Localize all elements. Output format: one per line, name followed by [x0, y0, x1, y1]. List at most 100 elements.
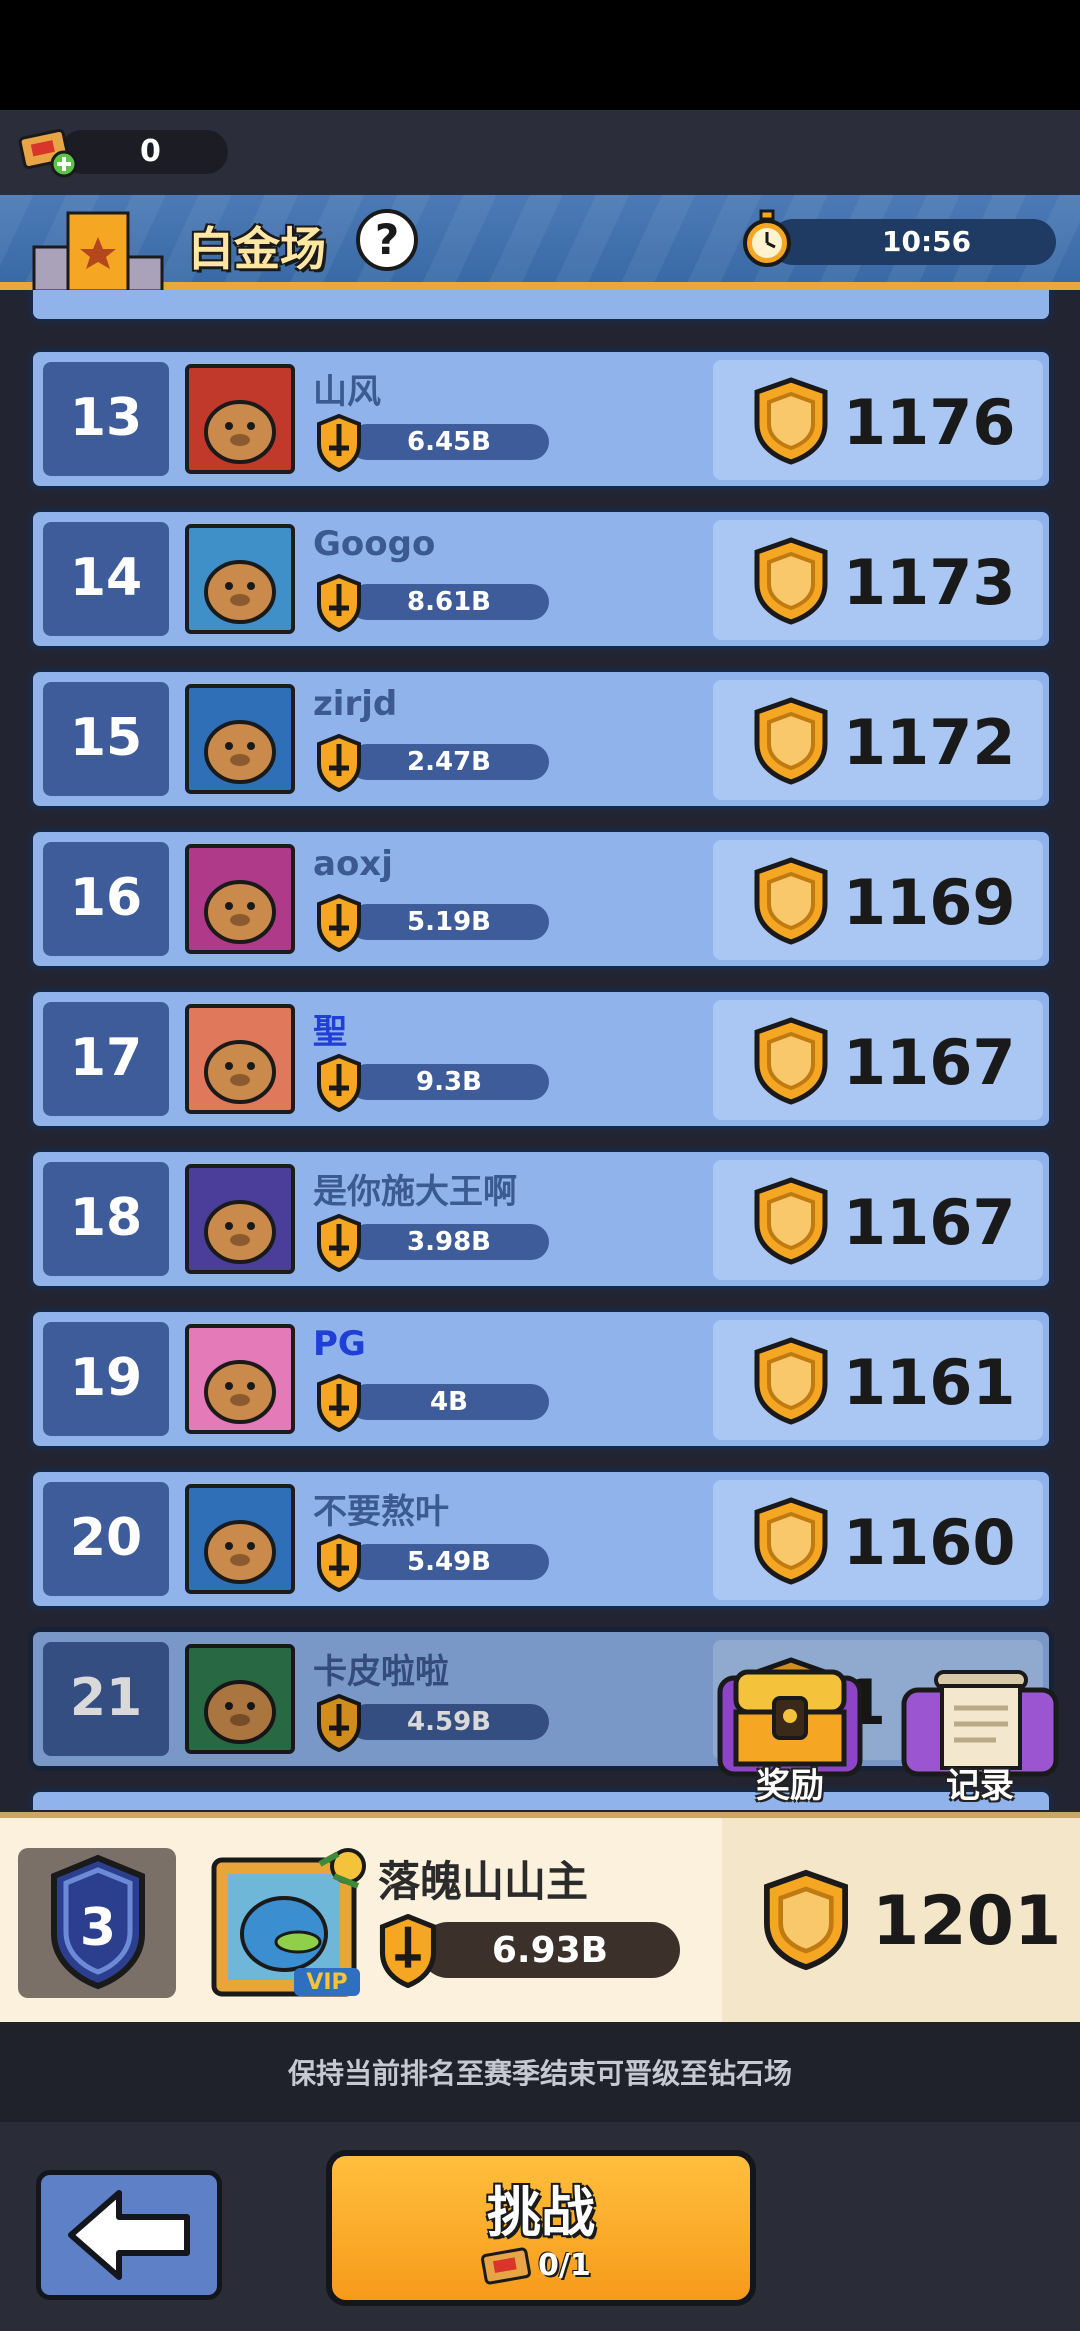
trophy-icon — [754, 1177, 828, 1265]
rank-number: 19 — [69, 1348, 143, 1408]
sword-icon — [317, 1374, 361, 1432]
ticket-counter[interactable]: 0 — [60, 130, 228, 174]
back-button[interactable] — [36, 2170, 222, 2300]
trophy-icon — [754, 537, 828, 625]
rank-number: 14 — [69, 548, 143, 608]
trophy-icon — [754, 1497, 828, 1585]
podium-icon — [32, 211, 164, 291]
player-power: 4B — [430, 1387, 468, 1417]
score-area: 1173 — [713, 520, 1043, 640]
rank-number: 15 — [69, 708, 143, 768]
player-score: 1167 — [843, 1186, 1016, 1259]
leaderboard-row[interactable]: 20 不要熬叶 5.49B 1160 — [28, 1467, 1054, 1611]
my-power-pill: 6.93B — [420, 1922, 680, 1978]
leaderboard-row[interactable]: 17 聖 9.3B 1167 — [28, 987, 1054, 1131]
arena-header: 白金场 ? 10:56 — [0, 195, 1080, 291]
my-rank-box: 3 — [18, 1848, 176, 1998]
rank-box: 17 — [43, 1002, 169, 1116]
player-name: 是你施大王啊 — [313, 1172, 517, 1212]
player-score: 1160 — [843, 1506, 1016, 1579]
power-pill: 4.59B — [349, 1704, 549, 1740]
leaderboard-row[interactable]: 14 Googo 8.61B 1173 — [28, 507, 1054, 651]
power-pill: 5.49B — [349, 1544, 549, 1580]
player-power: 5.19B — [407, 907, 491, 937]
my-rank: 3 — [79, 1898, 117, 1958]
score-area: 1160 — [713, 1480, 1043, 1600]
help-icon[interactable]: ? — [356, 209, 418, 271]
player-name: 聖 — [313, 1012, 347, 1052]
ticket-icon — [481, 2247, 531, 2285]
sword-icon — [317, 1054, 361, 1112]
player-power: 9.3B — [416, 1067, 482, 1097]
arena-leaderboard-screen: 0 白金场 ? 10:56 13 山风 6.45B 1176 14 Googo 8.6 — [0, 0, 1080, 2331]
avatar-face-icon — [204, 1040, 276, 1104]
avatar-face-icon — [204, 1680, 276, 1744]
leaderboard-list[interactable]: 13 山风 6.45B 1176 14 Googo 8.61B 1173 15 zirjd 2.47… — [0, 290, 1080, 1810]
player-score: 1172 — [843, 706, 1016, 779]
avatar-face-icon — [204, 1520, 276, 1584]
avatar-face-icon — [204, 880, 276, 944]
sword-icon — [317, 574, 361, 632]
leaderboard-row[interactable]: 16 aoxj 5.19B 1169 — [28, 827, 1054, 971]
ticket-count: 0 — [140, 134, 161, 169]
season-timer: 10:56 — [770, 219, 1056, 265]
rank-number: 16 — [69, 868, 143, 928]
score-area: 1172 — [713, 680, 1043, 800]
sword-icon — [317, 1694, 361, 1752]
sword-icon — [317, 414, 361, 472]
player-avatar[interactable] — [185, 1164, 295, 1274]
reward-button[interactable]: 奖励 — [710, 1668, 870, 1808]
trophy-icon — [754, 697, 828, 785]
partial-row-top — [28, 290, 1054, 324]
rank-number: 18 — [69, 1188, 143, 1248]
player-power: 2.47B — [407, 747, 491, 777]
sword-icon — [379, 1914, 437, 1988]
ticket-row: 0 — [0, 110, 1080, 195]
player-avatar[interactable] — [185, 684, 295, 794]
leaderboard-row[interactable]: 13 山风 6.45B 1176 — [28, 347, 1054, 491]
leaderboard-row[interactable]: 19 PG 4B 1161 — [28, 1307, 1054, 1451]
player-avatar[interactable] — [185, 1644, 295, 1754]
power-pill: 6.45B — [349, 424, 549, 460]
player-avatar[interactable] — [185, 1324, 295, 1434]
leaderboard-row[interactable]: 18 是你施大王啊 3.98B 1167 — [28, 1147, 1054, 1291]
my-rank-bar[interactable]: 3 VIP 落魄山山主 6.93B 1201 — [0, 1812, 1080, 2022]
player-name: 卡皮啦啦 — [313, 1652, 449, 1692]
player-name: PG — [313, 1324, 366, 1364]
rank-box: 14 — [43, 522, 169, 636]
player-avatar[interactable] — [185, 1004, 295, 1114]
status-bar — [0, 0, 1080, 110]
add-ticket-icon[interactable] — [18, 128, 82, 178]
record-button[interactable]: 记录 — [900, 1668, 1060, 1808]
player-avatar[interactable] — [185, 1484, 295, 1594]
player-name: 不要熬叶 — [313, 1492, 449, 1532]
challenge-button[interactable]: 挑战 0/1 — [326, 2150, 756, 2306]
avatar-face-icon — [204, 720, 276, 784]
player-score: 1176 — [843, 386, 1016, 459]
trophy-icon — [764, 1869, 848, 1971]
rank-number: 13 — [69, 388, 143, 448]
power-pill: 4B — [349, 1384, 549, 1420]
player-avatar[interactable] — [185, 524, 295, 634]
score-area: 1161 — [713, 1320, 1043, 1440]
record-label: 记录 — [946, 1766, 1014, 1806]
player-score: 1173 — [843, 546, 1016, 619]
score-area: 1167 — [713, 1000, 1043, 1120]
player-power: 4.59B — [407, 1707, 491, 1737]
score-area: 1169 — [713, 840, 1043, 960]
stopwatch-icon — [743, 209, 791, 267]
my-avatar[interactable]: VIP — [208, 1846, 368, 2002]
power-pill: 3.98B — [349, 1224, 549, 1260]
leaderboard-row[interactable]: 15 zirjd 2.47B 1172 — [28, 667, 1054, 811]
player-avatar[interactable] — [185, 844, 295, 954]
avatar-face-icon — [204, 1200, 276, 1264]
rank-box: 13 — [43, 362, 169, 476]
rank-number: 20 — [69, 1508, 143, 1568]
avatar-face-icon — [204, 400, 276, 464]
player-avatar[interactable] — [185, 364, 295, 474]
power-pill: 9.3B — [349, 1064, 549, 1100]
my-name: 落魄山山主 — [378, 1857, 589, 1906]
player-score: 1161 — [843, 1346, 1016, 1419]
challenge-label: 挑战 — [487, 2181, 595, 2244]
sword-icon — [317, 1214, 361, 1272]
